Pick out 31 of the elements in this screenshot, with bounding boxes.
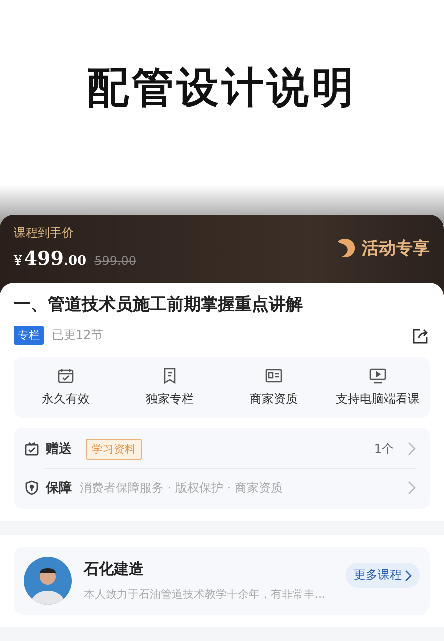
gift-icon	[24, 441, 40, 457]
guarantee-label: 保障	[46, 480, 72, 497]
guarantee-text: 消费者保障服务 · 版权保护 · 商家资质	[80, 480, 283, 496]
course-title: 一、管道技术员施工前期掌握重点讲解	[14, 294, 304, 316]
promo-label: 活动专享	[362, 238, 430, 260]
column-tag: 专栏	[14, 326, 44, 345]
update-count: 已更12节	[52, 327, 104, 344]
price-label: 课程到手价	[14, 225, 75, 242]
cover-title: 配管设计说明	[87, 62, 357, 114]
chevron-right-icon	[405, 570, 412, 582]
share-icon[interactable]	[412, 326, 430, 344]
feature-label: 永久有效	[42, 391, 90, 408]
teacher-name: 石化建造	[84, 560, 145, 579]
feature-label: 支持电脑端看课	[336, 391, 420, 408]
price: ¥499.00	[14, 248, 87, 270]
chevron-right-icon[interactable]	[408, 442, 416, 456]
feature-label: 独家专栏	[146, 391, 194, 408]
feature-label: 商家资质	[250, 391, 298, 408]
shield-icon	[24, 480, 40, 496]
teacher-bio: 本人致力于石油管道技术教学十余年，有非常丰...	[84, 587, 326, 602]
chevron-right-icon[interactable]	[408, 481, 416, 495]
avatar	[24, 557, 72, 605]
teacher-card[interactable]: 石化建造 本人致力于石油管道技术教学十余年，有非常丰... 更多课程	[14, 547, 430, 615]
more-courses-button[interactable]: 更多课程	[346, 563, 420, 588]
gift-label: 赠送	[46, 440, 72, 458]
calendar-icon	[57, 367, 75, 385]
monitor-icon	[369, 367, 387, 385]
id-card-icon	[265, 367, 283, 385]
original-price: 599.00	[94, 254, 137, 268]
gift-tag: 学习资料	[86, 438, 142, 460]
gift-count: 1个	[374, 440, 394, 458]
